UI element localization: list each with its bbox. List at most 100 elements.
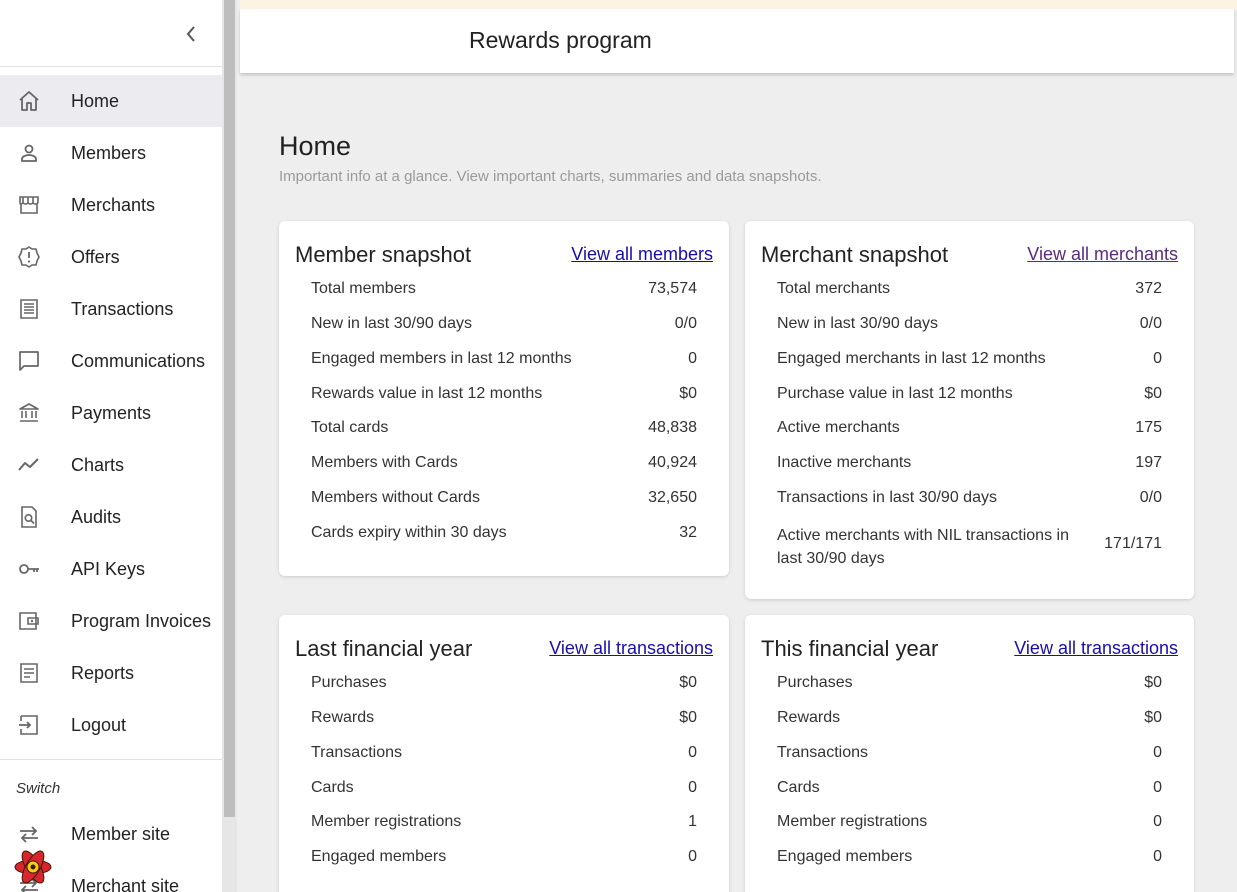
stat-value: 0/0 [674,314,697,332]
view-all-members-link[interactable]: View all members [571,244,713,265]
sidebar-item-reports[interactable]: Reports [0,647,222,699]
stat-row: Purchases $0 [311,672,697,707]
sidebar-item-members[interactable]: Members [0,127,222,179]
page-title: Home [279,131,352,161]
stats-list: Purchases $0 Rewards $0 Transactions 0 Card… [777,672,1162,881]
stat-row: Member registrations 0 [777,811,1162,846]
divider [0,66,222,67]
chat-icon [17,349,41,373]
divider [0,759,222,760]
sidebar-item-api-keys[interactable]: API Keys [0,543,222,595]
line-chart-icon [17,453,41,477]
stat-label: Engaged members [311,848,447,866]
stats-list: Purchases $0 Rewards $0 Transactions 0 Card… [311,672,697,881]
stat-label: Rewards value in last 12 months [311,384,543,402]
collapse-sidebar-button[interactable] [183,24,201,44]
stat-row: Transactions 0 [777,742,1162,777]
stat-row: Engaged members in last 12 months 0 [311,348,697,383]
sidebar-item-label: API Keys [71,559,146,579]
view-all-transactions-link[interactable]: View all transactions [1014,638,1178,659]
card-title: Merchant snapshot [761,242,949,267]
person-icon [17,141,41,165]
stats-list: Total members 73,574 New in last 30/90 da… [311,278,697,557]
stat-row: Member registrations 1 [311,811,697,846]
switch-item-label: Merchant site [71,876,180,892]
stats-list: Total merchants 372 New in last 30/90 day… [777,278,1162,568]
app-header: Rewards program [240,9,1234,73]
sidebar-item-payments[interactable]: Payments [0,387,222,439]
stat-row: Cards 0 [777,777,1162,812]
sidebar-item-audits[interactable]: Audits [0,491,222,543]
key-icon [17,557,41,581]
sidebar-item-transactions[interactable]: Transactions [0,283,222,335]
stat-value: 0 [688,848,697,866]
stat-row: Transactions in last 30/90 days 0/0 [777,487,1162,522]
sidebar-item-offers[interactable]: Offers [0,231,222,283]
stat-label: Members with Cards [311,454,458,472]
notice-stripe [240,0,1237,9]
stat-label: Active merchants with NIL transactions i… [777,526,1069,567]
receipt-icon [17,297,41,321]
badge-alert-icon [17,245,41,269]
stat-row: Members without Cards 32,650 [311,487,697,522]
sidebar: Home Members Merchants Offers Transactio… [0,0,222,892]
stat-value: $0 [1144,384,1162,402]
stat-row: Active merchants 175 [777,417,1162,452]
sidebar-item-label: Transactions [71,299,174,319]
stat-value: 48,838 [648,419,697,437]
sidebar-item-communications[interactable]: Communications [0,335,222,387]
sidebar-item-label: Communications [71,351,206,371]
sidebar-item-label: Logout [71,715,127,735]
sidebar-item-program-invoices[interactable]: Program Invoices [0,595,222,647]
stat-row: Purchases $0 [777,672,1162,707]
card-title: Last financial year [295,636,473,661]
view-all-merchants-link[interactable]: View all merchants [1027,244,1178,265]
report-icon [17,661,41,685]
chevron-left-icon [186,26,195,42]
stat-label: Inactive merchants [777,454,912,472]
stat-value: 197 [1135,454,1162,472]
app-title: Rewards program [469,27,652,53]
switch-item-label: Member site [71,824,171,844]
sidebar-item-merchants[interactable]: Merchants [0,179,222,231]
stat-value: 0 [1153,813,1162,831]
stat-label: Engaged merchants in last 12 months [777,349,1046,367]
stat-value: $0 [679,674,697,691]
stat-value: $0 [1144,708,1162,726]
stat-value: 40,924 [648,454,697,472]
page-subtitle: Important info at a glance. View importa… [279,168,822,185]
stat-value: 32,650 [648,489,697,507]
sidebar-item-label: Charts [71,455,125,475]
sidebar-item-home[interactable]: Home [0,75,222,127]
stat-value: 171/171 [1104,534,1162,552]
audit-search-icon [17,505,41,529]
member-snapshot-card: Member snapshot View all members Total m… [279,221,729,576]
stat-row: Cards expiry within 30 days 32 [311,522,697,557]
switch-section-label: Switch [16,780,61,797]
stat-label: Cards [777,778,820,796]
stat-label: Purchases [311,674,387,691]
stat-value: 0/0 [1139,314,1162,332]
scrollbar-thumb[interactable] [224,0,235,817]
stat-value: 0 [688,743,697,761]
sidebar-item-charts[interactable]: Charts [0,439,222,491]
stat-value: 1 [688,813,697,831]
stat-value: 0 [688,349,697,367]
sidebar-item-label: Reports [71,663,135,683]
stat-label: New in last 30/90 days [777,314,938,332]
stat-label: Transactions [777,743,868,761]
last-financial-year-card: Last financial year View all transaction… [279,615,729,892]
sidebar-item-logout[interactable]: Logout [0,699,222,751]
home-icon [17,89,41,113]
swap-icon [17,822,41,846]
react-devtools-icon[interactable] [12,846,54,888]
stat-label: Total cards [311,419,389,437]
stat-value: 0/0 [1139,489,1162,507]
stat-row: Active merchants with NIL transactions i… [777,522,1162,568]
sidebar-nav: Home Members Merchants Offers Transactio… [0,75,222,751]
stat-row: Total merchants 372 [777,278,1162,313]
stat-label: Transactions [311,743,402,761]
stat-label: Transactions in last 30/90 days [777,489,997,507]
view-all-transactions-link[interactable]: View all transactions [549,638,713,659]
stat-value: 372 [1135,280,1162,297]
